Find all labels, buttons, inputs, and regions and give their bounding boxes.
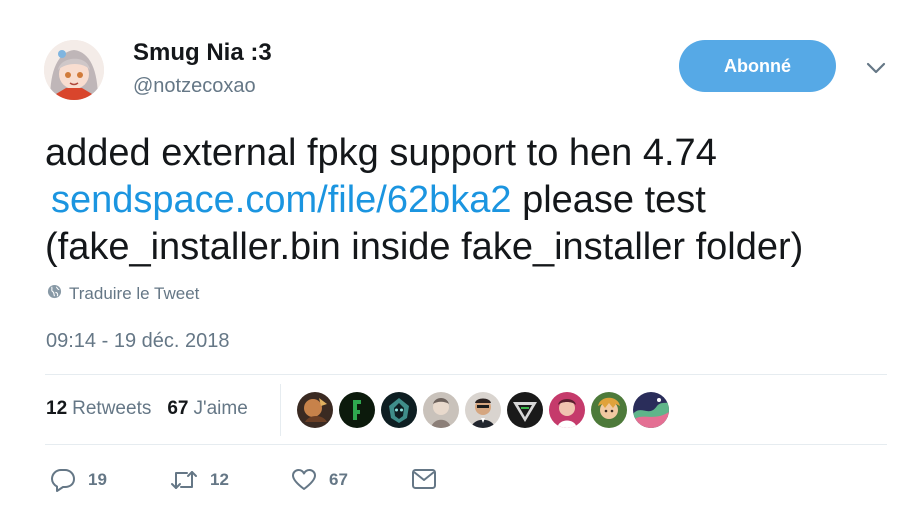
- liker-avatar-7[interactable]: [549, 392, 585, 428]
- like-count: 67: [329, 470, 348, 489]
- tweet-text: added external fpkg support to hen 4.74 …: [45, 130, 905, 271]
- user-handle[interactable]: @notzecoxao: [133, 74, 256, 98]
- retweet-count: 12: [210, 470, 229, 489]
- direct-message-button[interactable]: [411, 468, 437, 490]
- tweet-line-2-text: please test: [511, 179, 706, 221]
- stats-separator: [280, 384, 281, 436]
- reply-button[interactable]: 19: [50, 468, 107, 492]
- tweet-timestamp[interactable]: 09:14 - 19 déc. 2018: [46, 330, 229, 353]
- likes-label: J'aime: [193, 398, 248, 419]
- liker-avatars: [297, 392, 669, 428]
- retweet-button[interactable]: 12: [170, 468, 229, 492]
- retweets-label: Retweets: [72, 398, 152, 419]
- tweet-link[interactable]: sendspace.com/file/62bka2: [45, 179, 512, 221]
- liker-avatar-6[interactable]: [507, 392, 543, 428]
- likes-stat[interactable]: 67 J'aime: [167, 398, 247, 420]
- likes-count: 67: [167, 398, 189, 419]
- tweet-line-1: added external fpkg support to hen 4.74: [45, 132, 717, 174]
- liker-avatar-5[interactable]: [465, 392, 501, 428]
- translate-tweet-button[interactable]: Traduire le Tweet: [47, 284, 199, 304]
- chevron-down-icon[interactable]: [863, 58, 889, 78]
- user-avatar[interactable]: [44, 40, 104, 100]
- retweets-count: 12: [46, 398, 68, 419]
- globe-icon: [47, 284, 62, 304]
- liker-avatar-8[interactable]: [591, 392, 627, 428]
- liker-avatar-1[interactable]: [297, 392, 333, 428]
- tweet-stats: 12 Retweets 67 J'aime: [46, 398, 248, 420]
- liker-avatar-4[interactable]: [423, 392, 459, 428]
- divider: [45, 374, 887, 375]
- liker-avatar-9[interactable]: [633, 392, 669, 428]
- tweet-line-3: (fake_installer.bin inside fake_installe…: [45, 226, 804, 268]
- reply-count: 19: [88, 470, 107, 489]
- liker-avatar-2[interactable]: [339, 392, 375, 428]
- retweets-stat[interactable]: 12 Retweets: [46, 398, 151, 420]
- heart-icon: [291, 468, 317, 492]
- follow-button[interactable]: Abonné: [679, 40, 836, 92]
- tweet-line-2: sendspace.com/file/62bka2 please test: [45, 177, 905, 224]
- display-name[interactable]: Smug Nia :3: [133, 38, 272, 68]
- reply-icon: [50, 468, 76, 492]
- liker-avatar-3[interactable]: [381, 392, 417, 428]
- translate-label: Traduire le Tweet: [69, 284, 200, 303]
- like-button[interactable]: 67: [291, 468, 348, 492]
- retweet-icon: [170, 468, 198, 492]
- divider: [45, 444, 887, 445]
- envelope-icon: [411, 468, 437, 490]
